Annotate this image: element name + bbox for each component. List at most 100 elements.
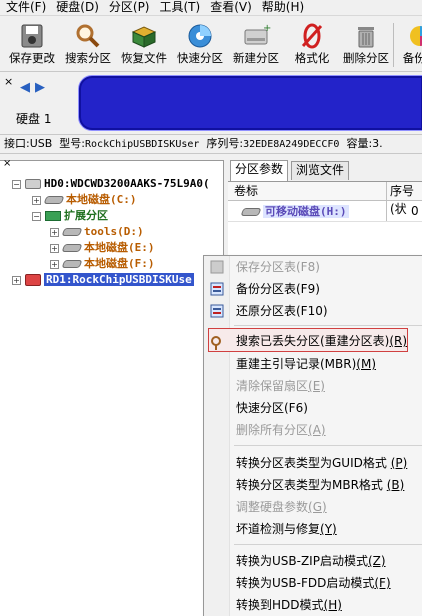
tree-node-extended[interactable]: − 扩展分区 <box>32 208 108 224</box>
tab-partition-params[interactable]: 分区参数 <box>230 160 289 181</box>
recover-files-button[interactable]: 恢复文件 <box>116 20 172 70</box>
column-header-volume[interactable]: 卷标 <box>234 182 258 200</box>
menu-item-backup-partition-table[interactable]: 备份分区表(F9) <box>236 278 320 300</box>
tree-node-drive-f[interactable]: + 本地磁盘(F:) <box>50 256 155 272</box>
quick-partition-button[interactable]: 快速分区 <box>172 20 228 70</box>
menu-file[interactable]: 文件(F) <box>0 0 51 16</box>
chevron-right-icon[interactable]: ▶ <box>35 80 45 95</box>
format-button[interactable]: 格式化 <box>284 20 340 70</box>
disc-icon <box>188 24 212 48</box>
menu-item-convert-to-mbr[interactable]: 转换分区表类型为MBR格式 (B) <box>236 474 404 496</box>
quick-partition-label: 快速分区 <box>177 51 223 65</box>
tree-node-drive-e[interactable]: + 本地磁盘(E:) <box>50 240 155 256</box>
usb-disk-icon <box>25 274 41 286</box>
disk-map-bar: × ◀ ▶ 硬盘 1 <box>0 73 422 133</box>
tree-node-label: 本地磁盘(C:) <box>66 193 137 206</box>
partition-icon <box>61 260 83 268</box>
collapse-icon[interactable]: − <box>12 179 21 189</box>
expand-icon[interactable]: + <box>50 259 59 269</box>
capacity-text: 容量:3. <box>346 137 383 150</box>
menu-bar: 文件(F) 硬盘(D) 分区(P) 工具(T) 查看(V) 帮助(H) <box>0 0 422 16</box>
extended-partition-icon <box>45 211 61 221</box>
menu-item-clear-reserved-sectors[interactable]: 清除保留扇区(E) <box>236 375 325 397</box>
hard-disk-icon <box>25 179 41 189</box>
table-row[interactable]: 可移动磁盘(H:) 0 <box>228 202 422 222</box>
backup-icon <box>410 26 422 46</box>
menu-view[interactable]: 查看(V) <box>205 0 257 16</box>
format-icon <box>301 23 323 49</box>
collapse-icon[interactable]: − <box>32 211 41 221</box>
menu-separator <box>234 325 422 326</box>
search-icon <box>211 336 221 350</box>
model-value: RockChipUSBDISKUser <box>85 139 200 150</box>
expand-icon[interactable]: + <box>50 243 59 253</box>
menu-item-save-partition-table[interactable]: 保存分区表(F8) <box>236 256 320 278</box>
disk-info-bar: 接口:USB 型号:RockChipUSBDISKUser 序列号:32EDE8… <box>0 134 422 154</box>
tab-browse-files[interactable]: 浏览文件 <box>291 161 350 180</box>
tree-node-drive-d[interactable]: + tools(D:) <box>50 224 144 240</box>
tree-node-label: HD0:WDCWD3200AAKS-75L9A0( <box>44 177 210 190</box>
backup-partition-button[interactable]: 备份分 <box>392 20 422 70</box>
save-table-icon <box>210 260 224 274</box>
menu-disk[interactable]: 硬盘(D) <box>51 0 104 16</box>
menu-item-usb-zip-mode[interactable]: 转换为USB-ZIP启动模式(Z) <box>236 550 386 572</box>
search-partition-button[interactable]: 搜索分区 <box>60 20 116 70</box>
menu-item-bad-sector-check[interactable]: 坏道检测与修复(Y) <box>236 518 337 540</box>
restore-table-icon <box>210 304 224 318</box>
partition-icon <box>61 244 83 252</box>
menu-item-restore-partition-table[interactable]: 还原分区表(F10) <box>236 300 328 322</box>
delete-partition-label: 删除分区 <box>343 51 389 65</box>
menu-separator <box>234 445 422 446</box>
toolbar: 保存更改 搜索分区 恢复文件 快速分区 + 新建分区 格式化 删除分区 备 <box>0 17 422 72</box>
search-partition-label: 搜索分区 <box>65 51 111 65</box>
format-label: 格式化 <box>294 51 330 65</box>
close-icon[interactable]: × <box>4 75 13 88</box>
backup-table-icon <box>210 282 224 296</box>
model-label: 型号: <box>59 137 86 150</box>
context-menu: 保存分区表(F8) 备份分区表(F9) 还原分区表(F10) 搜索已丢失分区(重… <box>203 255 422 616</box>
menu-item-adjust-disk-params[interactable]: 调整硬盘参数(G) <box>236 496 327 518</box>
tab-bar: 分区参数 浏览文件 <box>228 160 422 181</box>
tree-node-label: RD1:RockChipUSBDISKUse <box>44 273 194 286</box>
delete-partition-button[interactable]: 删除分区 <box>338 20 394 70</box>
tree-node-rd1[interactable]: + RD1:RockChipUSBDISKUse <box>12 272 194 288</box>
menu-partition[interactable]: 分区(P) <box>104 0 155 16</box>
box-icon <box>131 26 157 48</box>
close-icon[interactable]: × <box>3 158 11 169</box>
partition-name: 可移动磁盘(H:) <box>240 202 349 221</box>
save-changes-button[interactable]: 保存更改 <box>4 20 60 70</box>
disk-tree-panel: × − HD0:WDCWD3200AAKS-75L9A0( + 本地磁盘(C:) −… <box>0 158 224 616</box>
svg-text:+: + <box>263 23 271 34</box>
new-partition-button[interactable]: + 新建分区 <box>228 20 284 70</box>
expand-icon[interactable]: + <box>12 275 21 285</box>
partition-band[interactable] <box>78 75 422 131</box>
menu-item-convert-to-guid[interactable]: 转换分区表类型为GUID格式 (P) <box>236 452 407 474</box>
tree-node-hd0[interactable]: − HD0:WDCWD3200AAKS-75L9A0( <box>12 176 210 192</box>
tree-node-label: 扩展分区 <box>64 209 108 222</box>
menu-item-quick-partition[interactable]: 快速分区(F6) <box>236 397 308 419</box>
menu-separator <box>234 544 422 545</box>
diskgenius-window: 文件(F) 硬盘(D) 分区(P) 工具(T) 查看(V) 帮助(H) 保存更改 搜索分区… <box>0 0 422 616</box>
save-icon <box>21 24 43 48</box>
serial-value: 32EDE8A249DECCF0 <box>243 139 340 150</box>
expand-icon[interactable]: + <box>50 227 59 237</box>
partition-icon <box>240 208 262 216</box>
magnifier-icon <box>76 24 100 48</box>
chevron-left-icon[interactable]: ◀ <box>20 80 30 95</box>
tree-node-label: 本地磁盘(F:) <box>84 257 155 270</box>
tree-node-drive-c[interactable]: + 本地磁盘(C:) <box>32 192 137 208</box>
menu-item-delete-all-partitions[interactable]: 删除所有分区(A) <box>236 419 326 441</box>
menu-item-search-lost-partitions[interactable]: 搜索已丢失分区(重建分区表)(R) <box>236 330 407 352</box>
expand-icon[interactable]: + <box>32 195 41 205</box>
menu-item-rebuild-mbr[interactable]: 重建主引导记录(MBR)(M) <box>236 353 376 375</box>
menu-tools[interactable]: 工具(T) <box>155 0 206 16</box>
menu-item-usb-fdd-mode[interactable]: 转换为USB-FDD启动模式(F) <box>236 572 391 594</box>
trash-icon <box>358 27 374 48</box>
mbr-icon <box>209 368 225 384</box>
menu-help[interactable]: 帮助(H) <box>257 0 309 16</box>
table-header: 卷标 序号(状 <box>228 182 422 216</box>
new-disk-icon: + <box>244 23 271 45</box>
menu-item-hdd-mode[interactable]: 转换到HDD模式(H) <box>236 594 342 616</box>
disk-label: 硬盘 1 <box>16 112 52 126</box>
interface-text: 接口:USB <box>4 137 53 150</box>
